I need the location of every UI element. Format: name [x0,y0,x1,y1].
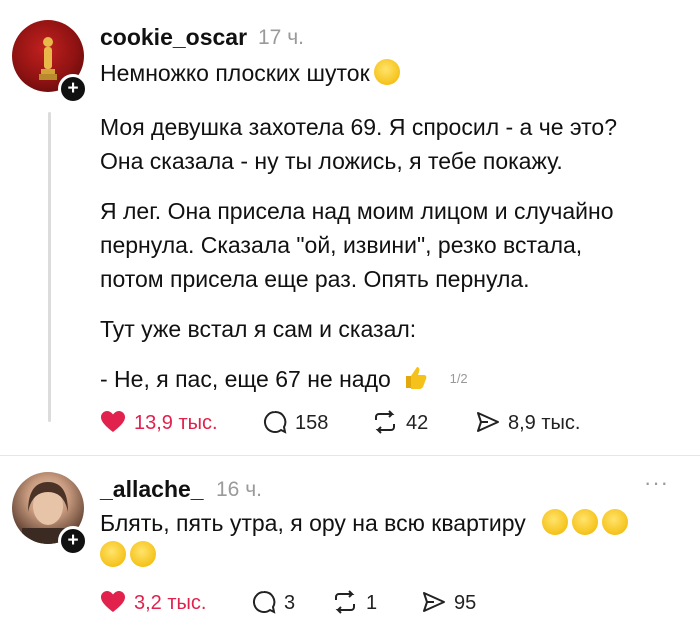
repost-icon [335,590,355,614]
rofl-emoji-icon [542,509,569,535]
post-line-7: Тут уже встал я сам и сказал: [100,316,417,342]
post-line-6: потом присела еще раз. Опять пернула. [100,266,530,292]
follow-plus-icon[interactable]: + [58,526,88,556]
more-icon[interactable]: ··· [644,470,669,496]
rofl-emoji-icon [572,509,599,535]
username[interactable]: cookie_oscar [100,24,247,51]
share-icon [477,412,499,432]
timestamp: 17 ч. [258,26,304,49]
post-line-3: Она сказала - ну ты ложись, я тебе покаж… [100,148,563,174]
rofl-emoji-icon [100,541,126,567]
comment-button[interactable]: 3 [252,590,295,615]
like-button[interactable]: 3,2 тыс. [100,590,206,615]
share-button[interactable]: 8,9 тыс. [476,410,580,435]
repost-button[interactable]: 1 [332,590,377,615]
rofl-emoji-icon [130,541,156,567]
like-button[interactable]: 13,9 тыс. [100,410,218,435]
follow-plus-icon[interactable]: + [58,74,88,104]
repost-button[interactable]: 42 [372,410,428,435]
repost-icon [375,410,395,434]
media-pager: 1/2 [449,371,468,386]
post-line-2 [100,538,156,572]
smile-emoji-icon [373,59,400,85]
heart-icon [101,411,125,432]
post-line-1: Блять, пять утра, я ору на всю квартиру [100,506,629,540]
thumbs-up-emoji-icon [401,363,429,391]
post-line-5: пернула. Сказала "ой, извини", резко вст… [100,232,583,258]
thread-line [48,112,51,422]
comment-icon [264,410,287,434]
post-allache: + _allache_ 16 ч. ··· Блять, пять утра, … [0,456,700,622]
post-line-1: Немножко плоских шуток [100,56,400,90]
heart-icon [101,591,125,612]
post-line-8: - Не, я пас, еще 67 не надо 1/2 [100,362,468,396]
timestamp: 16 ч. [216,478,262,501]
comment-button[interactable]: 158 [263,410,328,435]
share-button[interactable]: 95 [422,590,476,615]
rofl-emoji-icon [602,509,629,535]
post-cookie-oscar: + cookie_oscar 17 ч. Немножко плоских шу… [0,0,700,450]
post-line-2: Моя девушка захотела 69. Я спросил - а ч… [100,114,617,140]
comment-icon [253,590,276,614]
share-icon [423,592,445,612]
username[interactable]: _allache_ [100,476,204,503]
post-line-4: Я лег. Она присела над моим лицом и случ… [100,198,614,224]
